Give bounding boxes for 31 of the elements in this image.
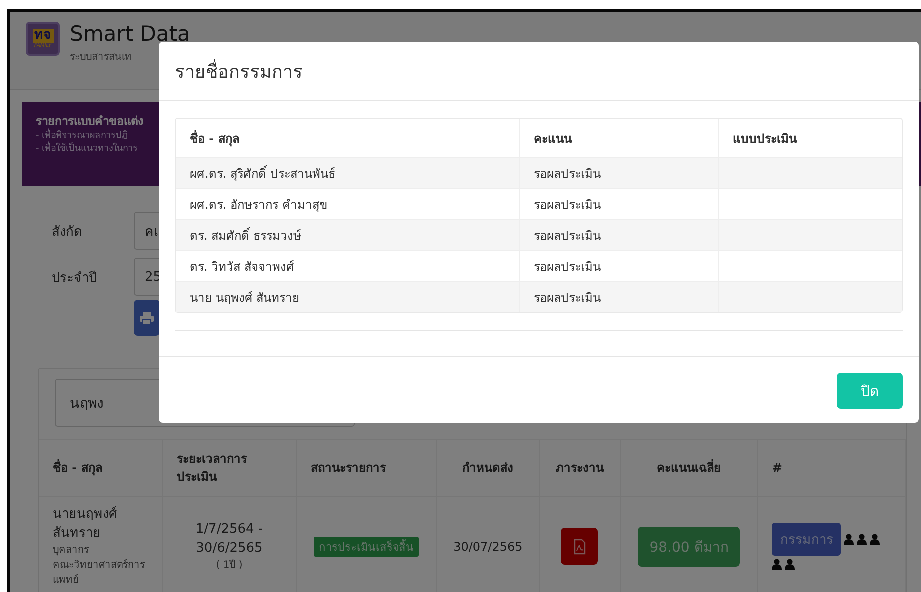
committee-name: นาย นฤพงศ์ สันทราย — [176, 282, 520, 312]
status-badge: การประเมินเสร็จสิ้น — [314, 536, 420, 556]
column-header: ชื่อ - สกุล — [39, 440, 162, 496]
column-header: คะแนนเฉลี่ย — [620, 440, 758, 496]
app-subtitle: ระบบสารสนเท — [70, 51, 133, 64]
period-duration: ( 1ปี ) — [215, 558, 244, 573]
column-header: กำหนดส่ง — [436, 440, 540, 496]
banner-line: - เพื่อใช้เป็นแนวทางในการ — [36, 143, 138, 156]
committee-score: รอผลประเมิน — [520, 220, 718, 250]
banner-title: รายการแบบคำขอแต่ง — [36, 113, 144, 128]
committee-score: รอผลประเมิน — [520, 282, 718, 312]
modal-title: รายชื่อกรรมการ — [159, 42, 919, 101]
score-badge: 98.00 ดีมาก — [638, 526, 740, 566]
evaluation-period: 1/7/2564 - 30/6/2565 — [194, 521, 264, 558]
field-label: ประจำปี — [52, 270, 98, 288]
committee-score: รอผลประเมิน — [520, 158, 718, 188]
committee-name: ดร. สมศักดิ์ ธรรมวงษ์ — [176, 220, 520, 250]
column-header: # — [758, 440, 906, 496]
column-header: ชื่อ - สกุล — [176, 119, 520, 158]
committee-name: ผศ.ดร. สุริศักดิ์ ประสานพันธ์ — [176, 158, 520, 188]
person-role: บุคลากร — [53, 544, 90, 558]
committee-button[interactable]: กรรมการ — [772, 523, 842, 556]
banner-line: - เพื่อพิจารณาผลการปฏิ — [36, 130, 128, 143]
close-button[interactable]: ปิด — [837, 372, 903, 408]
column-header: ระยะเวลาการประเมิน — [162, 440, 296, 496]
column-header: ภาระงาน — [540, 440, 620, 496]
logo-text: ทจ — [32, 28, 54, 42]
column-header: สถานะรายการ — [296, 440, 437, 496]
person-department: คณะวิทยาศาสตร์การแพทย์ — [53, 558, 146, 588]
person-name: นายนฤพงศ์ สันทราย — [53, 506, 118, 543]
field-label: สังกัด — [52, 224, 83, 242]
